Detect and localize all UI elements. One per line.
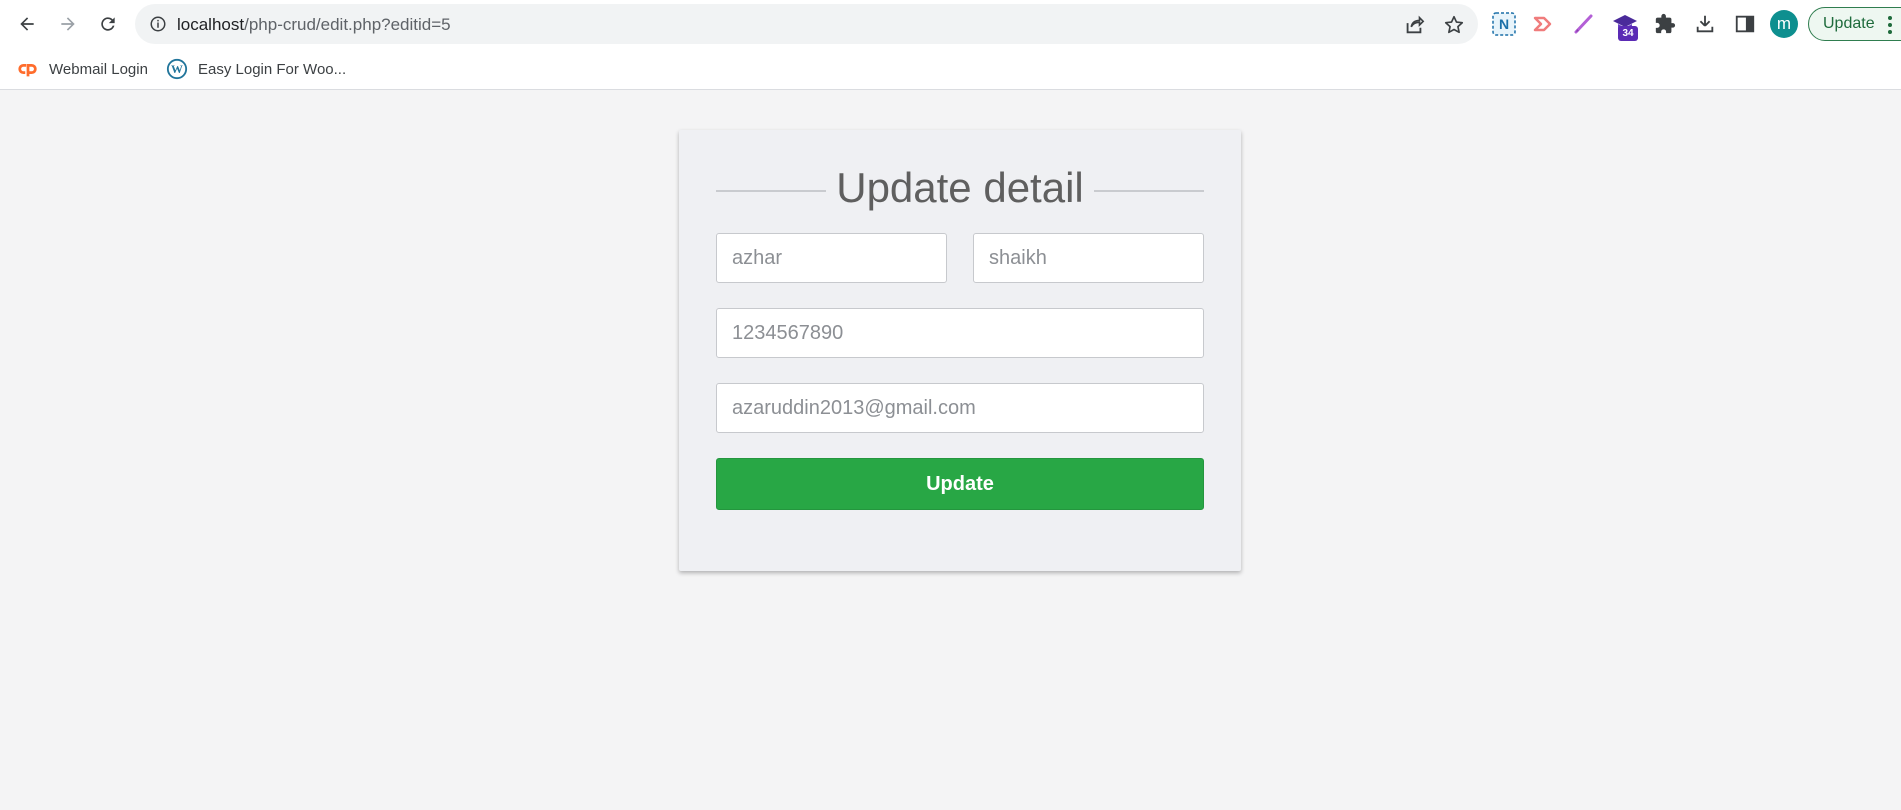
extension-count-badge: 34: [1618, 26, 1638, 41]
side-panel-icon[interactable]: [1732, 11, 1758, 37]
share-icon[interactable]: [1403, 14, 1425, 36]
bookmarks-bar: Webmail Login W Easy Login For Woo...: [0, 48, 1901, 90]
browser-toolbar: localhost/php-crud/edit.php?editid=5 N 3…: [0, 0, 1901, 48]
svg-text:W: W: [171, 62, 183, 76]
back-button[interactable]: [12, 9, 42, 39]
email-input[interactable]: [716, 383, 1204, 433]
bookmark-easy-login[interactable]: W Easy Login For Woo...: [166, 58, 346, 80]
last-name-input[interactable]: [973, 233, 1204, 283]
url-path: /php-crud/edit.php?editid=5: [244, 15, 451, 34]
reload-icon: [101, 17, 115, 31]
update-button[interactable]: Update: [716, 458, 1204, 510]
arrow-right-icon: [61, 17, 75, 31]
video-extension-icon[interactable]: [1531, 11, 1557, 37]
profile-avatar[interactable]: m: [1770, 10, 1798, 38]
info-icon: [150, 16, 166, 32]
star-icon[interactable]: [1443, 14, 1465, 36]
bookmark-webmail-login[interactable]: Webmail Login: [17, 58, 148, 80]
update-form-card: Update detail Update: [679, 130, 1241, 571]
cpanel-icon: [18, 63, 37, 77]
url-text[interactable]: localhost/php-crud/edit.php?editid=5: [177, 15, 451, 35]
svg-text:N: N: [1499, 16, 1509, 32]
arrow-left-icon: [20, 17, 34, 31]
wordpress-icon: W: [166, 58, 188, 80]
pen-extension-icon[interactable]: [1571, 11, 1597, 37]
forward-button[interactable]: [53, 9, 83, 39]
notion-extension-icon[interactable]: N: [1491, 11, 1517, 37]
more-menu-icon[interactable]: [1888, 16, 1892, 34]
phone-input[interactable]: [716, 308, 1204, 358]
reload-button[interactable]: [93, 9, 123, 39]
address-bar[interactable]: localhost/php-crud/edit.php?editid=5: [135, 4, 1478, 44]
bookmark-label: Easy Login For Woo...: [198, 60, 347, 78]
puzzle-piece-icon[interactable]: [1652, 11, 1678, 37]
form-title: Update detail: [679, 164, 1241, 212]
bookmark-label: Webmail Login: [49, 60, 148, 78]
url-host: localhost: [177, 15, 245, 34]
download-icon[interactable]: [1692, 11, 1718, 37]
first-name-input[interactable]: [716, 233, 947, 283]
